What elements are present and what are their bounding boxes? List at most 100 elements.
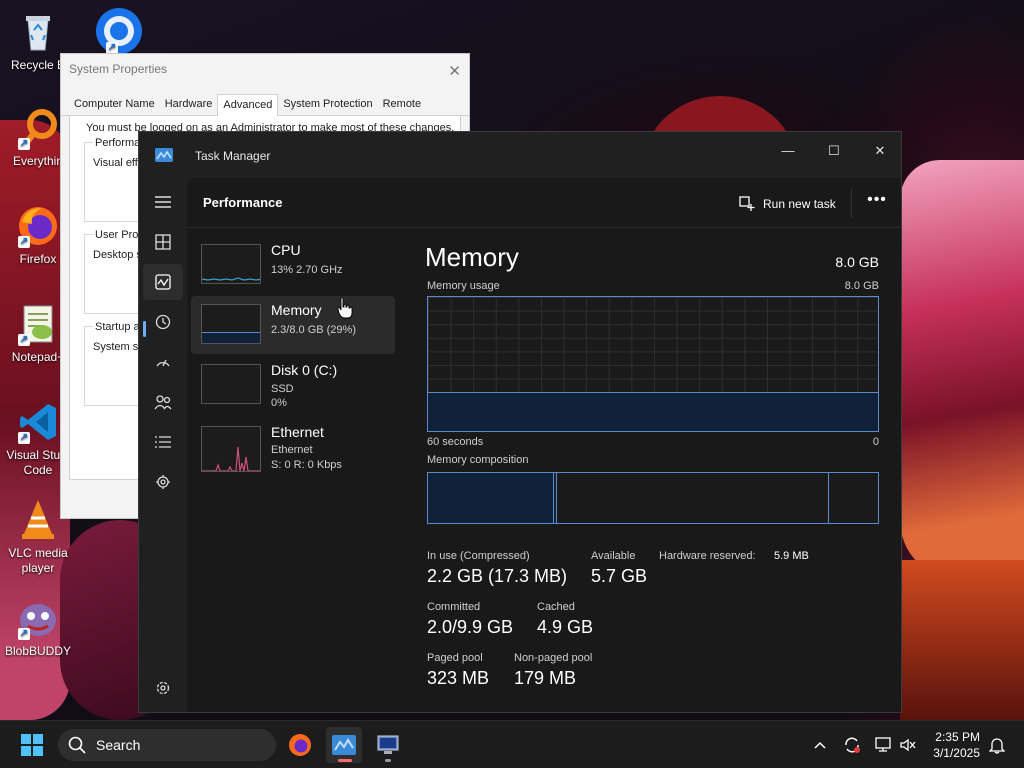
composition-standby xyxy=(557,473,829,523)
group-desc: Visual effe xyxy=(93,157,144,169)
run-task-icon xyxy=(739,196,755,211)
resource-item-ethernet[interactable]: Ethernet Ethernet S: 0 R: 0 Kbps xyxy=(191,422,395,480)
cached-value: 4.9 GB xyxy=(537,617,594,637)
search-label: Search xyxy=(96,737,141,753)
services-icon[interactable] xyxy=(143,464,183,500)
paged-pool-value: 323 MB xyxy=(427,668,490,688)
tab-remote[interactable]: Remote xyxy=(378,94,427,115)
maximize-button[interactable]: ☐ xyxy=(811,136,857,166)
composition-free xyxy=(829,473,880,523)
window-title: System Properties xyxy=(69,62,168,76)
performance-header: Performance Run new task ••• xyxy=(187,178,901,228)
desktop-icon-chrome[interactable]: ↗ xyxy=(82,6,150,54)
clock-date: 3/1/2025 xyxy=(933,746,980,760)
vscode-icon: ↗ xyxy=(16,400,60,444)
memory-usage-fill xyxy=(428,392,878,431)
task-manager-icon xyxy=(332,735,356,755)
speaker-muted-icon[interactable] xyxy=(898,735,918,755)
composition-in-use xyxy=(428,473,554,523)
app-history-icon[interactable] xyxy=(143,304,183,340)
network-icon[interactable] xyxy=(874,735,894,755)
close-icon[interactable]: ✕ xyxy=(448,62,461,80)
resource-detail: 0% xyxy=(271,397,287,409)
task-manager-titlebar[interactable]: Task Manager — ☐ ✕ xyxy=(139,132,901,178)
committed-label: Committed xyxy=(427,601,481,613)
memory-thumbnail-graph xyxy=(201,304,261,344)
taskbar-clock[interactable]: 2:35 PM 3/1/2025 xyxy=(918,729,980,761)
active-app-indicator xyxy=(338,759,352,762)
run-new-task-label: Run new task xyxy=(763,197,836,211)
tab-computer-name[interactable]: Computer Name xyxy=(69,94,160,115)
details-icon[interactable] xyxy=(143,424,183,460)
desktop-icon-label: Recycle B xyxy=(10,58,66,72)
tab-hardware[interactable]: Hardware xyxy=(160,94,218,115)
desktop-icon-label: Firefox xyxy=(19,252,57,266)
cached-label: Cached xyxy=(537,601,575,613)
taskbar: Search 2:35 PM 3/1/2025 xyxy=(0,720,1024,768)
system-properties-titlebar[interactable]: System Properties ✕ xyxy=(61,54,469,84)
tab-advanced[interactable]: Advanced xyxy=(217,94,279,116)
desktop-icon-label: VLC media player xyxy=(8,546,68,575)
processes-icon[interactable] xyxy=(143,224,183,260)
system-properties-tabs: Computer Name Hardware Advanced System P… xyxy=(61,84,469,116)
vlc-icon xyxy=(16,498,60,542)
task-manager-nav xyxy=(139,178,187,712)
resource-detail: 2.3/8.0 GB (29%) xyxy=(271,324,356,336)
header-divider xyxy=(851,188,852,218)
desktop-icon-label: Notepad+ xyxy=(11,350,65,364)
hamburger-menu-icon[interactable] xyxy=(143,184,183,220)
ethernet-thumbnail-graph xyxy=(201,426,261,472)
available-value: 5.7 GB xyxy=(591,566,648,586)
resource-detail: S: 0 R: 0 Kbps xyxy=(271,459,342,471)
start-button[interactable] xyxy=(14,727,50,763)
available-label: Available xyxy=(591,550,636,562)
hardware-reserved-label: Hardware reserved: xyxy=(659,550,756,562)
close-button[interactable]: ✕ xyxy=(857,136,903,166)
resource-list: CPU 13% 2.70 GHz Memory 2.3/8.0 GB (29%)… xyxy=(187,228,403,712)
users-icon[interactable] xyxy=(143,384,183,420)
recycle-bin-icon xyxy=(16,10,60,54)
paged-pool-label: Paged pool xyxy=(427,652,483,664)
non-paged-pool-value: 179 MB xyxy=(514,668,577,688)
update-sync-icon[interactable] xyxy=(842,735,862,755)
cpu-thumbnail-graph xyxy=(201,244,261,284)
chevron-up-icon[interactable] xyxy=(810,735,830,755)
minimize-button[interactable]: — xyxy=(765,136,811,166)
taskbar-firefox[interactable] xyxy=(282,727,318,763)
resource-item-disk[interactable]: Disk 0 (C:) SSD 0% xyxy=(191,356,395,414)
system-properties-icon xyxy=(377,735,399,754)
more-options-button[interactable]: ••• xyxy=(863,190,891,216)
search-icon xyxy=(68,736,86,754)
startup-apps-icon[interactable] xyxy=(143,344,183,380)
task-manager-window[interactable]: Task Manager — ☐ ✕ Performance Run new t… xyxy=(138,131,902,713)
resource-detail: Ethernet xyxy=(271,444,313,456)
firefox-icon: ↗ xyxy=(16,204,60,248)
desktop-icon-label: BlobBUDDY xyxy=(4,644,72,658)
open-app-indicator xyxy=(385,759,391,762)
notification-bell-icon[interactable] xyxy=(987,735,1007,755)
task-manager-main: Performance Run new task ••• CPU 13% 2.7… xyxy=(187,178,901,712)
memory-usage-max: 8.0 GB xyxy=(844,280,879,292)
memory-composition-label: Memory composition xyxy=(427,454,529,466)
hardware-reserved-value: 5.9 MB xyxy=(774,550,809,562)
desktop-icon-blobbuddy[interactable]: ↗ BlobBUDDY xyxy=(4,596,72,659)
page-title: Performance xyxy=(203,195,283,210)
disk-thumbnail-graph xyxy=(201,364,261,404)
run-new-task-button[interactable]: Run new task xyxy=(739,192,836,216)
memory-total: 8.0 GB xyxy=(835,254,879,270)
resource-item-cpu[interactable]: CPU 13% 2.70 GHz xyxy=(191,236,395,294)
notepad-plus-plus-icon: ↗ xyxy=(16,302,60,346)
resource-name: Disk 0 (C:) xyxy=(271,362,338,378)
memory-detail-panel: Memory 8.0 GB Memory usage 8.0 GB 60 sec… xyxy=(423,228,901,712)
resource-item-memory[interactable]: Memory 2.3/8.0 GB (29%) xyxy=(191,296,395,354)
desktop-icon-label: Everythin xyxy=(12,154,64,168)
settings-gear-icon[interactable] xyxy=(143,670,183,706)
everything-search-icon: ↗ xyxy=(16,106,60,150)
tab-system-protection[interactable]: System Protection xyxy=(278,94,377,115)
performance-icon[interactable] xyxy=(143,264,183,300)
task-manager-app-icon xyxy=(155,148,173,162)
taskbar-search-box[interactable]: Search xyxy=(58,729,276,761)
taskbar-task-manager[interactable] xyxy=(326,727,362,763)
resource-name: CPU xyxy=(271,242,301,258)
taskbar-system-properties[interactable] xyxy=(370,727,406,763)
